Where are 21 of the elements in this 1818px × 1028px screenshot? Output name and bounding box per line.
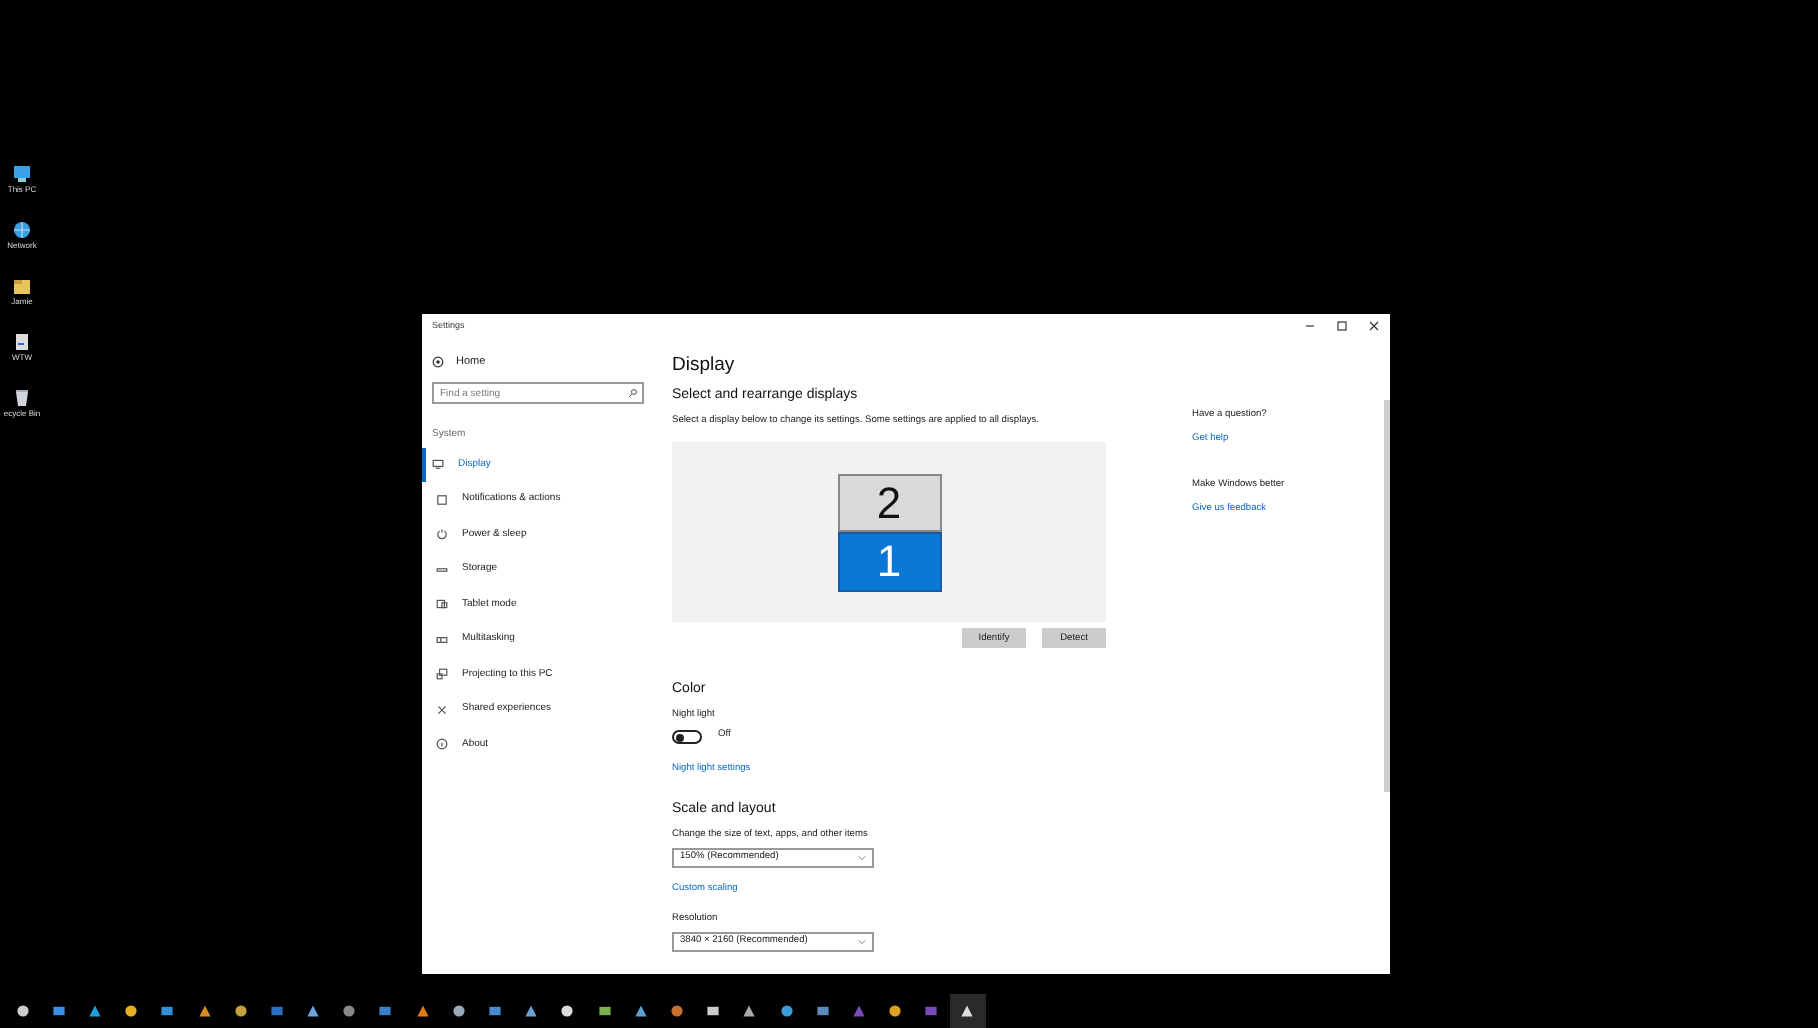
notification-icon: [436, 493, 448, 506]
display-icon: [432, 458, 444, 471]
projecting-icon: [436, 668, 448, 681]
shared-icon: [436, 703, 448, 716]
computer-icon[interactable]: [12, 164, 32, 184]
gear-icon: [432, 356, 444, 368]
monitor-tile[interactable]: 2: [837, 473, 941, 533]
multitasking-icon: [436, 633, 448, 646]
page-title: Display: [672, 356, 737, 375]
monitor-tile[interactable]: 1: [837, 532, 941, 592]
search-icon: [628, 388, 638, 398]
folder-icon[interactable]: [12, 276, 32, 296]
tablet-icon: [436, 598, 448, 611]
toggle-switch[interactable]: [672, 730, 702, 745]
document-icon[interactable]: [12, 332, 32, 352]
recycle-bin-icon[interactable]: [12, 388, 32, 408]
info-icon: [436, 738, 448, 751]
scrollbar[interactable]: [1384, 400, 1390, 792]
network-icon[interactable]: [12, 220, 32, 240]
power-icon: [436, 528, 448, 541]
storage-icon: [436, 563, 448, 576]
